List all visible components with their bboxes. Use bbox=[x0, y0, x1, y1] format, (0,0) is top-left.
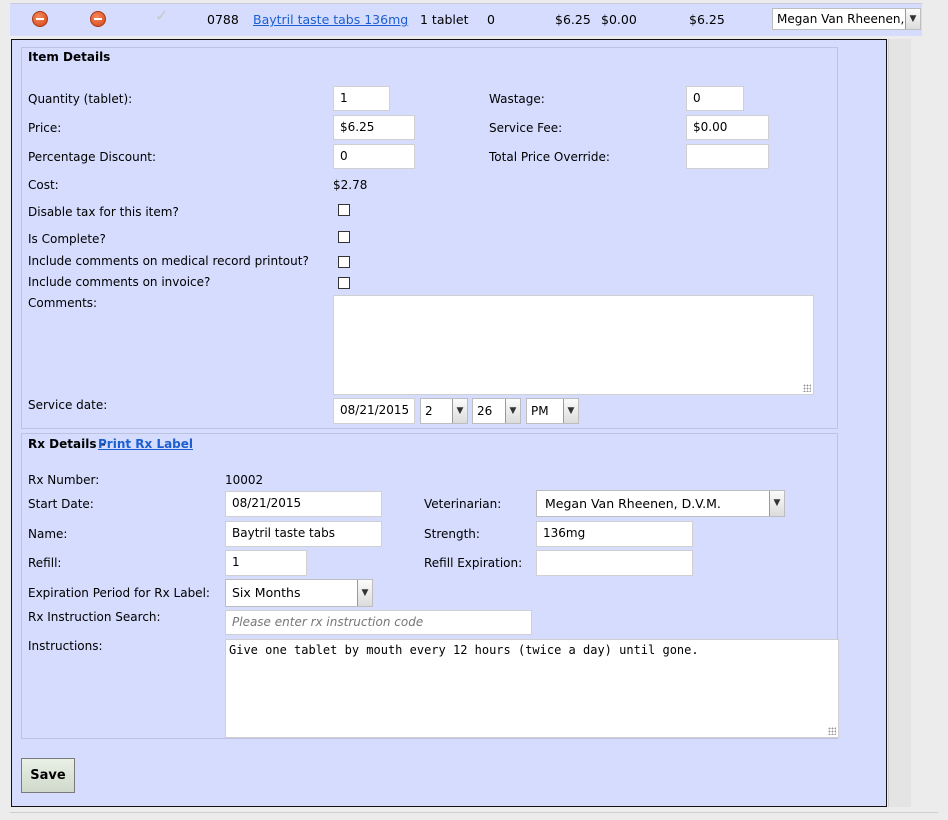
start-date-label: Start Date: bbox=[28, 497, 94, 511]
strength-label: Strength: bbox=[424, 527, 480, 541]
item-link[interactable]: Baytril taste tabs 136mg bbox=[253, 12, 408, 27]
veterinarian-label: Veterinarian: bbox=[424, 497, 502, 511]
rx-instruction-search-label: Rx Instruction Search: bbox=[28, 610, 161, 624]
disable-tax-checkbox[interactable] bbox=[338, 204, 350, 216]
refill-expiration-label: Refill Expiration: bbox=[424, 556, 523, 570]
expiration-period-value: Six Months bbox=[232, 585, 301, 600]
service-fee-input[interactable]: $0.00 bbox=[686, 115, 769, 140]
quantity-input[interactable]: 1 bbox=[333, 86, 390, 111]
row-service-fee: $0.00 bbox=[601, 12, 637, 27]
row-wastage: 0 bbox=[487, 12, 495, 27]
chevron-down-icon[interactable]: ▼ bbox=[563, 399, 578, 423]
refill-expiration-input[interactable] bbox=[536, 550, 693, 576]
total-price-override-input[interactable] bbox=[686, 144, 769, 169]
row-veterinarian-select[interactable]: Megan Van Rheenen, D ▼ bbox=[772, 8, 921, 30]
remove-icon[interactable] bbox=[90, 11, 106, 27]
service-date-label: Service date: bbox=[28, 398, 108, 412]
service-hour-value: 2 bbox=[425, 404, 433, 418]
cost-value: $2.78 bbox=[333, 178, 368, 192]
rx-instruction-search-input[interactable]: Please enter rx instruction code bbox=[225, 610, 532, 635]
row-quantity: 1 tablet bbox=[420, 12, 469, 27]
price-input[interactable]: $6.25 bbox=[333, 115, 415, 140]
wastage-input[interactable]: 0 bbox=[686, 86, 744, 111]
price-label: Price: bbox=[28, 121, 62, 135]
veterinarian-value: Megan Van Rheenen, D.V.M. bbox=[545, 496, 721, 511]
instructions-value: Give one tablet by mouth every 12 hours … bbox=[229, 643, 699, 657]
row-price: $6.25 bbox=[555, 12, 591, 27]
comments-value bbox=[334, 296, 813, 304]
print-rx-label-link[interactable]: Print Rx Label bbox=[98, 437, 193, 451]
service-ampm-value: PM bbox=[531, 404, 549, 418]
disable-tax-label: Disable tax for this item? bbox=[28, 205, 179, 219]
service-date-input[interactable]: 08/21/2015 bbox=[333, 398, 415, 424]
refill-input[interactable]: 1 bbox=[225, 550, 307, 576]
rx-details-header: Rx Details - bbox=[28, 437, 106, 451]
row-total: $6.25 bbox=[689, 12, 725, 27]
divider bbox=[10, 812, 938, 813]
side-strip bbox=[888, 39, 911, 807]
comments-medical-label: Include comments on medical record print… bbox=[28, 254, 309, 268]
service-hour-select[interactable]: 2 ▼ bbox=[420, 398, 468, 424]
chevron-down-icon[interactable]: ▼ bbox=[357, 580, 372, 606]
service-minute-value: 26 bbox=[477, 404, 493, 418]
start-date-input[interactable]: 08/21/2015 bbox=[225, 491, 382, 517]
expiration-period-label: Expiration Period for Rx Label: bbox=[28, 586, 210, 600]
comments-invoice-label: Include comments on invoice? bbox=[28, 275, 211, 289]
item-details-header: Item Details bbox=[28, 50, 111, 64]
check-icon[interactable]: ✓ bbox=[155, 6, 168, 25]
instructions-textarea[interactable]: Give one tablet by mouth every 12 hours … bbox=[225, 639, 839, 738]
total-price-override-label: Total Price Override: bbox=[489, 150, 610, 164]
cost-label: Cost: bbox=[28, 178, 59, 192]
resize-grip-icon[interactable] bbox=[803, 384, 811, 392]
refill-label: Refill: bbox=[28, 556, 62, 570]
percentage-discount-input[interactable]: 0 bbox=[333, 144, 415, 169]
service-ampm-select[interactable]: PM ▼ bbox=[526, 398, 579, 424]
instructions-label: Instructions: bbox=[28, 639, 103, 653]
is-complete-checkbox[interactable] bbox=[338, 231, 350, 243]
service-minute-select[interactable]: 26 ▼ bbox=[472, 398, 521, 424]
is-complete-label: Is Complete? bbox=[28, 232, 106, 246]
item-code: 0788 bbox=[207, 12, 239, 27]
percentage-discount-label: Percentage Discount: bbox=[28, 150, 157, 164]
quantity-label: Quantity (tablet): bbox=[28, 92, 133, 106]
chevron-down-icon[interactable]: ▼ bbox=[905, 9, 920, 29]
rx-name-input[interactable]: Baytril taste tabs bbox=[225, 521, 382, 547]
wastage-label: Wastage: bbox=[489, 92, 545, 106]
row-veterinarian-value: Megan Van Rheenen, D bbox=[777, 12, 918, 26]
rx-number-value: 10002 bbox=[225, 473, 264, 487]
chevron-down-icon[interactable]: ▼ bbox=[769, 491, 784, 516]
comments-textarea[interactable] bbox=[333, 295, 814, 395]
resize-grip-icon[interactable] bbox=[828, 727, 836, 735]
comments-medical-checkbox[interactable] bbox=[338, 256, 350, 268]
veterinarian-select[interactable]: Megan Van Rheenen, D.V.M. ▼ bbox=[536, 490, 785, 517]
comments-label: Comments: bbox=[28, 296, 98, 310]
rx-number-label: Rx Number: bbox=[28, 473, 100, 487]
expiration-period-select[interactable]: Six Months ▼ bbox=[225, 579, 373, 607]
rx-name-label: Name: bbox=[28, 527, 68, 541]
comments-invoice-checkbox[interactable] bbox=[338, 277, 350, 289]
remove-icon[interactable] bbox=[32, 11, 48, 27]
service-fee-label: Service Fee: bbox=[489, 121, 563, 135]
save-button[interactable]: Save bbox=[21, 758, 75, 793]
chevron-down-icon[interactable]: ▼ bbox=[505, 399, 520, 423]
strength-input[interactable]: 136mg bbox=[536, 521, 693, 547]
chevron-down-icon[interactable]: ▼ bbox=[452, 399, 467, 423]
